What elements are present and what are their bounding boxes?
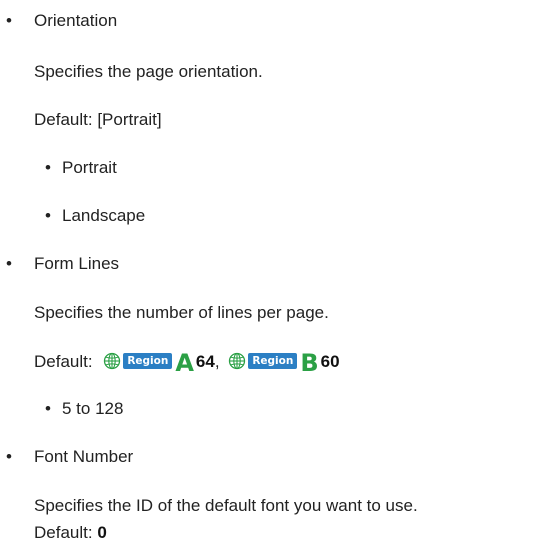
region-tag: Region bbox=[248, 352, 298, 369]
setting-description-text: Specifies the page orientation. bbox=[34, 62, 263, 81]
default-label: Default: bbox=[34, 110, 93, 129]
default-line: Default: Region A 64, Region B 60 bbox=[34, 348, 340, 377]
setting-description-text: Specifies the ID of the default font you… bbox=[34, 496, 418, 515]
option-label: Landscape bbox=[62, 206, 146, 225]
option-label: Portrait bbox=[62, 158, 117, 177]
setting-title: Font Number bbox=[34, 447, 134, 466]
region-a-badge: Region A bbox=[103, 348, 194, 377]
default-label: Default: bbox=[34, 523, 93, 542]
region-b-badge: Region B bbox=[228, 348, 319, 377]
setting-title: Form Lines bbox=[34, 254, 120, 273]
setting-title: Orientation bbox=[34, 11, 118, 30]
bullet: • bbox=[45, 158, 51, 177]
region-tag: Region bbox=[123, 352, 173, 369]
default-value: [Portrait] bbox=[97, 110, 162, 129]
bullet: • bbox=[45, 206, 51, 225]
default-line: Default: [Portrait] bbox=[34, 110, 162, 130]
default-value: 0 bbox=[97, 523, 107, 542]
region-a-value: 64 bbox=[195, 352, 215, 371]
region-b-value: 60 bbox=[320, 352, 340, 371]
bullet: • bbox=[45, 399, 51, 418]
default-label: Default: bbox=[34, 352, 93, 371]
bullet: • bbox=[6, 254, 12, 273]
region-letter: B bbox=[300, 348, 319, 377]
globe-icon bbox=[104, 352, 121, 369]
setting-description-text: Specifies the number of lines per page. bbox=[34, 303, 329, 322]
bullet: • bbox=[6, 11, 12, 30]
globe-icon bbox=[229, 352, 246, 369]
region-letter: A bbox=[175, 348, 194, 377]
separator: , bbox=[214, 352, 220, 371]
bullet: • bbox=[6, 447, 12, 466]
option-label: 5 to 128 bbox=[62, 399, 124, 418]
default-line: Default: 0 bbox=[34, 523, 107, 543]
